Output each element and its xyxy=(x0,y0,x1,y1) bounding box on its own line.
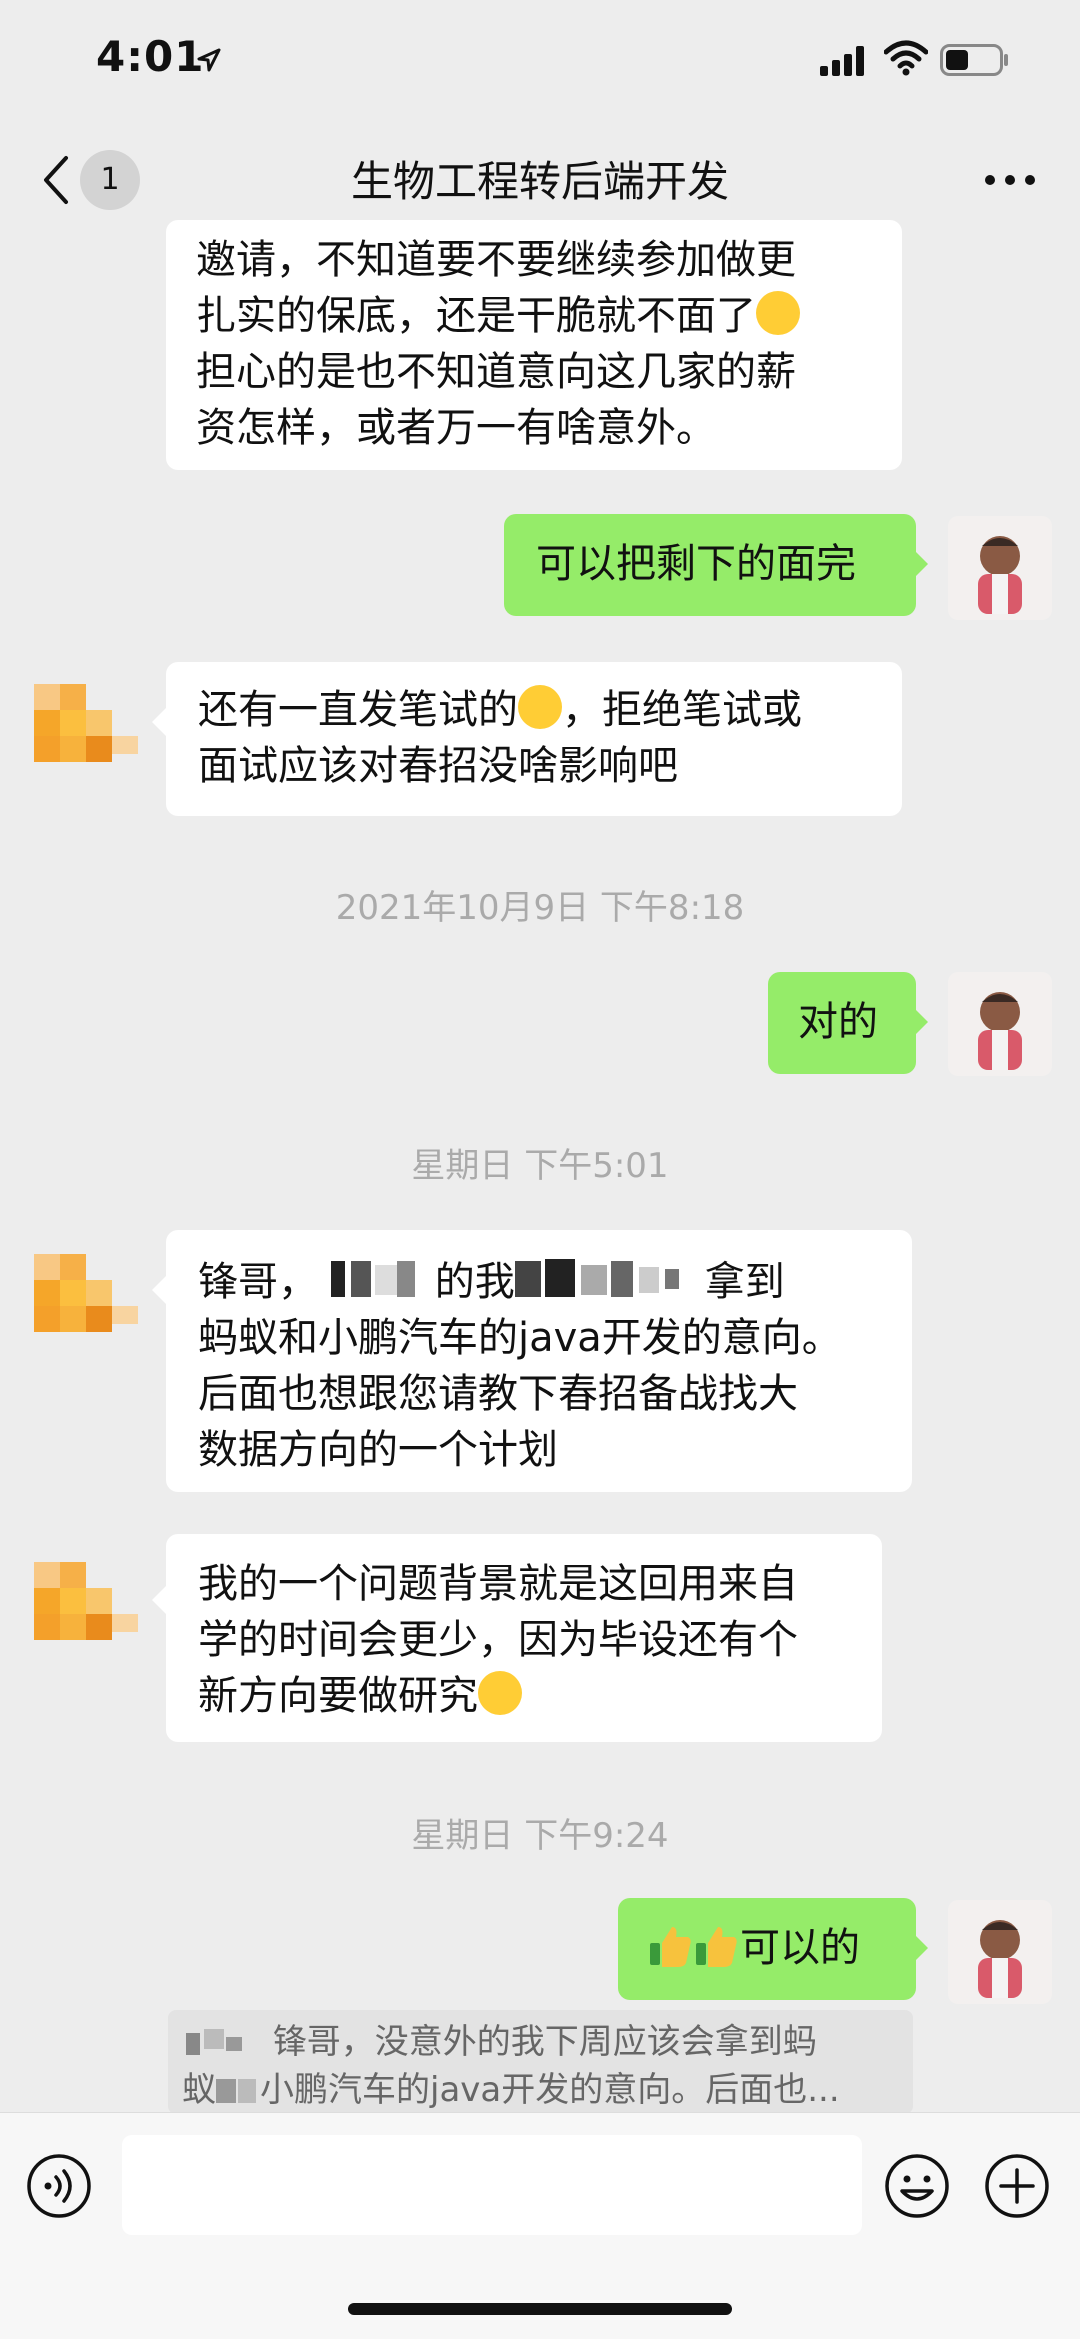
message-line: 数据方向的一个计划 xyxy=(198,1427,558,1473)
quoted-message-preview[interactable]: 锋哥，没意外的我下周应该会拿到蚂 蚁小鹏汽车的java开发的意向。后面也... xyxy=(168,2010,913,2114)
message-bubble-outgoing[interactable]: 可以的 xyxy=(618,1898,916,2000)
message-line: 邀请，不知道要不要继续参加做更 xyxy=(196,237,796,283)
message-line: 扎实的保底，还是干脆就不面了 xyxy=(196,288,872,344)
bubble-tail xyxy=(914,550,928,578)
message-line: 面试应该对春招没啥影响吧 xyxy=(198,743,678,789)
my-avatar[interactable] xyxy=(948,1900,1052,2004)
status-bar: 4:01 xyxy=(0,0,1080,130)
voice-icon[interactable] xyxy=(26,2153,92,2219)
bubble-tail xyxy=(152,708,166,736)
timestamp: 2021年10月9日 下午8:18 xyxy=(335,888,745,928)
chat-nav-bar: 1 生物工程转后端开发 xyxy=(0,130,1080,230)
bubble-tail xyxy=(152,1586,166,1614)
redaction-mosaic xyxy=(514,1259,679,1297)
message-line: 锋哥， 的我 拿到 xyxy=(198,1254,882,1310)
message-bubble-outgoing[interactable]: 可以把剩下的面完 xyxy=(504,514,916,616)
emoji-icon[interactable] xyxy=(884,2153,950,2219)
laughing-emoji xyxy=(518,685,562,729)
wifi-icon xyxy=(884,40,928,76)
location-arrow-icon xyxy=(197,48,221,72)
redaction-mosaic xyxy=(216,2079,256,2103)
thumbs-up-emoji xyxy=(696,1927,737,1967)
battery-icon xyxy=(940,44,1008,76)
crying-emoji xyxy=(478,1671,522,1715)
message-line: 还有一直发笔试的 ，拒绝笔试或 xyxy=(198,685,802,733)
message-line: 资怎样，或者万一有啥意外。 xyxy=(196,405,716,451)
message-text: 可以把剩下的面完 xyxy=(536,541,856,587)
laughing-emoji xyxy=(756,291,800,335)
message-bubble-incoming[interactable]: 还有一直发笔试的 ，拒绝笔试或 面试应该对春招没啥影响吧 xyxy=(166,662,902,816)
bubble-tail xyxy=(914,1934,928,1962)
message-line: 新方向要做研究 xyxy=(198,1668,852,1724)
status-time: 4:01 xyxy=(96,32,205,81)
chat-input-bar xyxy=(0,2112,1080,2339)
message-bubble-incoming[interactable]: 锋哥， 的我 拿到 蚂蚁和小鹏汽车的java开发的意向。 后面也想跟您请教下春招… xyxy=(166,1230,912,1492)
timestamp: 星期日 下午5:01 xyxy=(411,1146,669,1186)
bubble-tail xyxy=(152,1276,166,1304)
plus-icon[interactable] xyxy=(984,2153,1050,2219)
quote-line: 锋哥，没意外的我下周应该会拿到蚂 xyxy=(182,2018,899,2066)
message-line: 担心的是也不知道意向这几家的薪 xyxy=(196,349,796,395)
contact-avatar[interactable] xyxy=(34,674,138,778)
bubble-tail xyxy=(914,1008,928,1036)
message-bubble-incoming[interactable]: 邀请，不知道要不要继续参加做更 扎实的保底，还是干脆就不面了 担心的是也不知道意… xyxy=(166,220,902,470)
my-avatar[interactable] xyxy=(948,972,1052,1076)
redaction-mosaic xyxy=(186,2029,242,2055)
message-bubble-outgoing[interactable]: 对的 xyxy=(768,972,916,1074)
message-text: 对的 xyxy=(798,999,878,1045)
more-icon[interactable] xyxy=(980,170,1040,190)
quote-line: 蚁小鹏汽车的java开发的意向。后面也... xyxy=(182,2070,840,2110)
home-indicator xyxy=(348,2303,732,2315)
message-line: 学的时间会更少，因为毕设还有个 xyxy=(198,1617,798,1663)
redaction-mosaic xyxy=(330,1261,415,1297)
contact-avatar[interactable] xyxy=(34,1244,138,1348)
signal-icon xyxy=(820,46,864,76)
message-input[interactable] xyxy=(122,2135,862,2235)
contact-avatar[interactable] xyxy=(34,1552,138,1656)
message-bubble-incoming[interactable]: 我的一个问题背景就是这回用来自 学的时间会更少，因为毕设还有个 新方向要做研究 xyxy=(166,1534,882,1742)
timestamp: 星期日 下午9:24 xyxy=(411,1816,669,1856)
message-text: 可以的 xyxy=(740,1925,860,1971)
my-avatar[interactable] xyxy=(948,516,1052,620)
chat-title: 生物工程转后端开发 xyxy=(350,157,729,206)
message-line: 蚂蚁和小鹏汽车的java开发的意向。 xyxy=(198,1315,842,1361)
message-line: 我的一个问题背景就是这回用来自 xyxy=(198,1561,798,1607)
message-line: 后面也想跟您请教下春招备战找大 xyxy=(198,1371,798,1417)
thumbs-up-emoji xyxy=(650,1927,691,1967)
